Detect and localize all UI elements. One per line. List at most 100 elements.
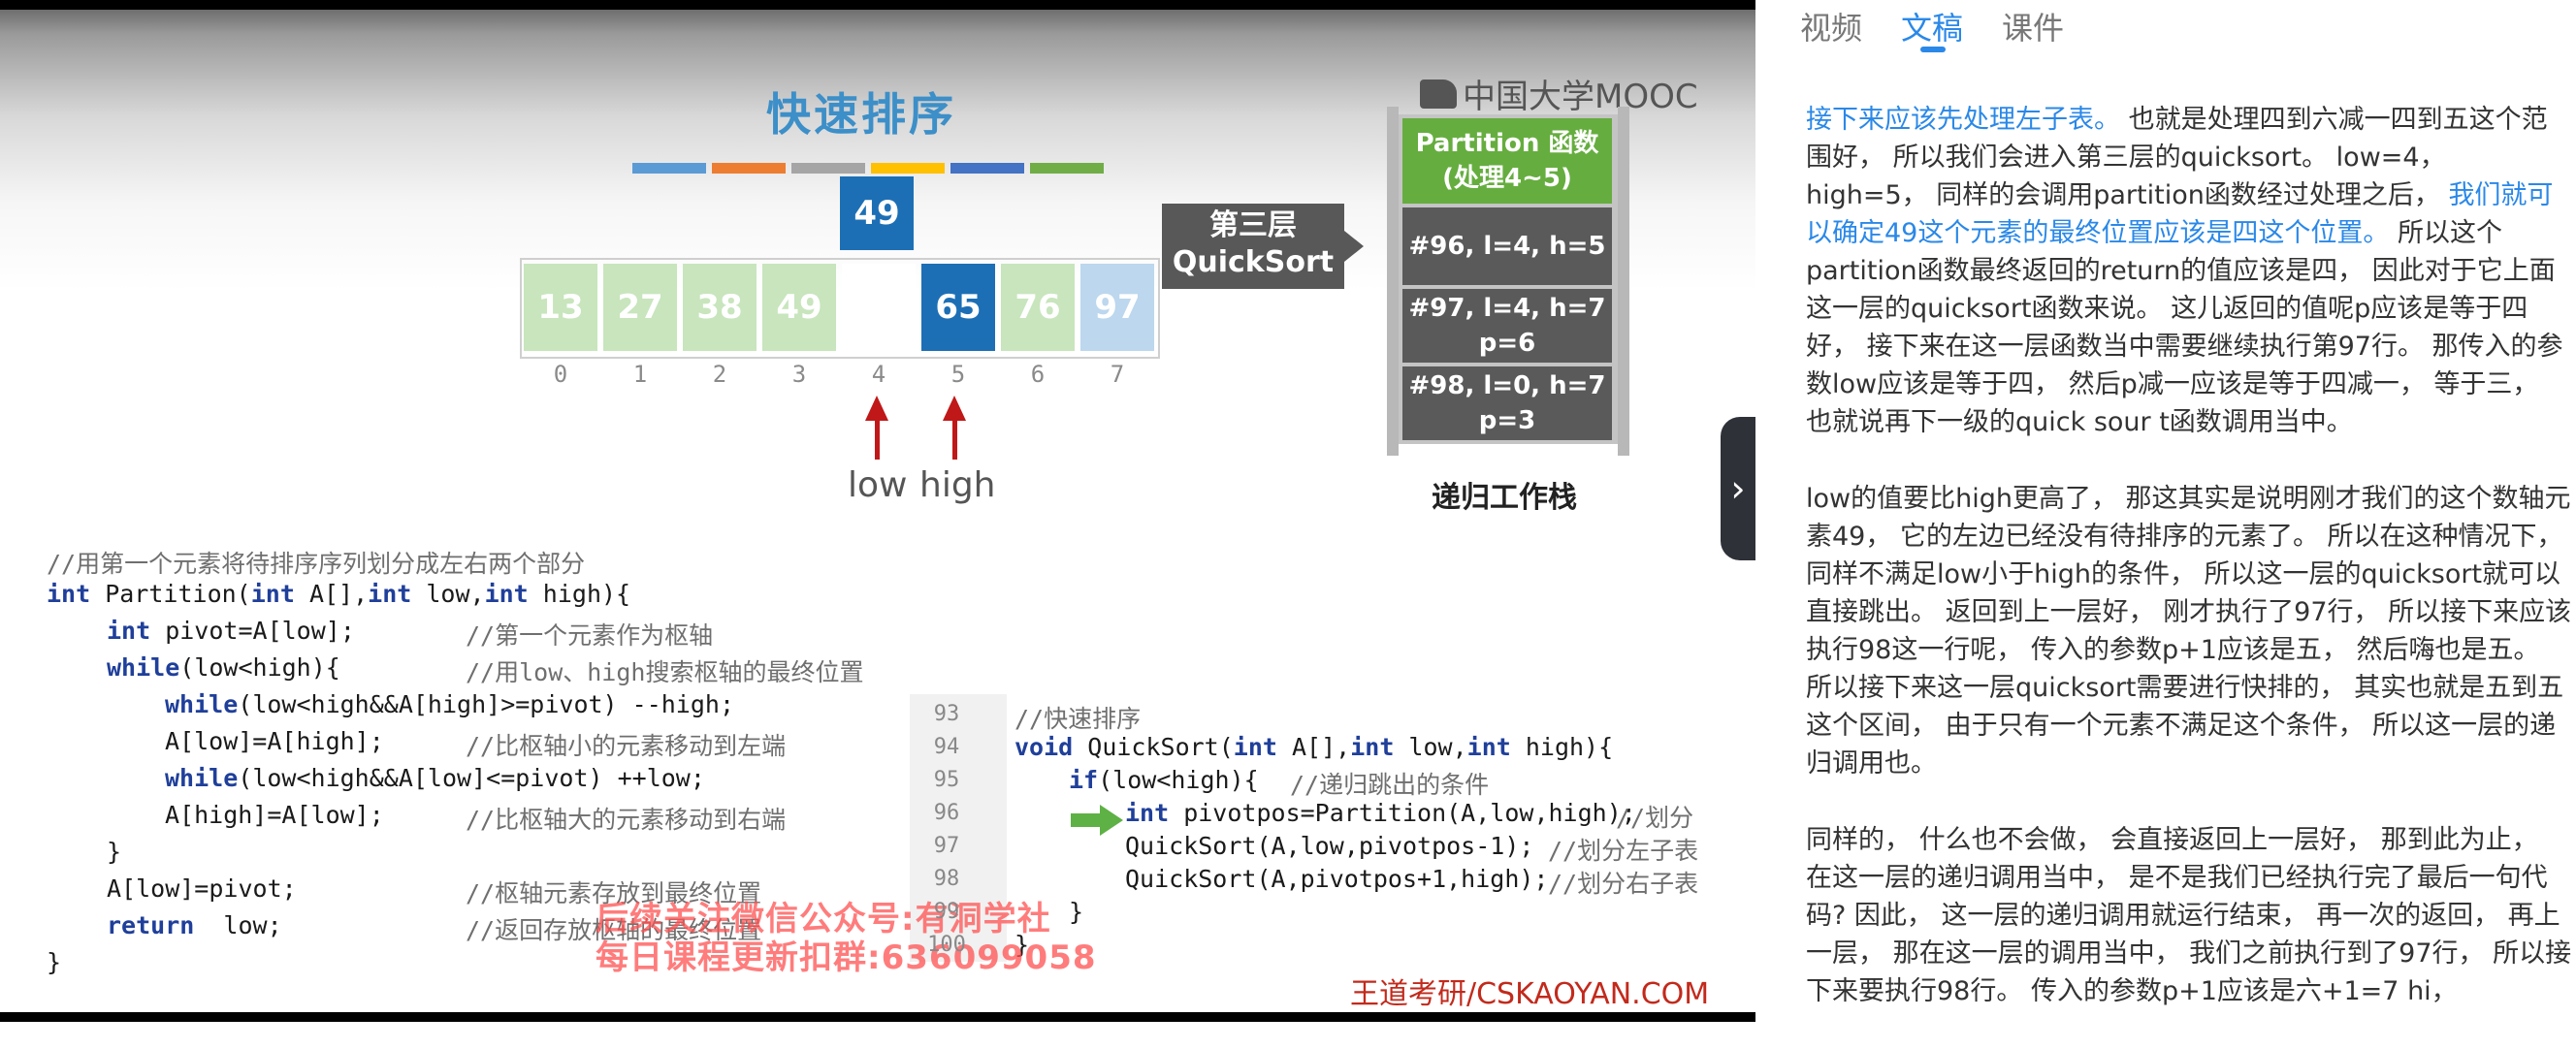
array-index: 0 (553, 361, 568, 388)
quicksort-code-line: int pivotpos=Partition(A,low,high); (1125, 799, 1636, 827)
code-token: (low<high&&A[low]<=pivot) ++low; (238, 764, 705, 792)
color-bar (791, 163, 865, 174)
quicksort-code-comment: //递归跳出的条件 (1290, 771, 1490, 799)
collapse-panel-button[interactable]: › (1721, 417, 1755, 560)
high-pointer-label: high (919, 465, 996, 505)
code-token: low; (194, 911, 282, 939)
stack-frame-97: #97, l=4, h=7 p=6 (1402, 289, 1612, 363)
partition-code-line: A[low]=A[high]; (165, 727, 384, 755)
high-arrow-head (943, 396, 966, 421)
partition-code-line: int Partition(int A[],int low,int high){ (47, 580, 630, 608)
code-keyword: while (165, 764, 239, 792)
code-keyword: while (165, 690, 239, 718)
partition-code-line: } (107, 838, 122, 866)
stack-frame-line: Partition 函数 (1415, 129, 1599, 158)
code-token: pivot=A[low]; (150, 617, 355, 645)
quicksort-code-comment: //划分左子表 (1548, 837, 1699, 865)
array-index: 4 (871, 361, 886, 388)
code-keyword: int (484, 580, 529, 608)
transcript-paragraph[interactable]: 同样的， 什么也不会做， 会直接返回上一层好， 那到此为止， 在这一层的递归调用… (1806, 821, 2572, 1010)
code-keyword: void (1014, 733, 1074, 761)
mooc-logo-text: 中国大学MOOC (1463, 78, 1698, 116)
low-arrow-head (865, 396, 888, 421)
partition-code-line: while(low<high){ (107, 653, 340, 682)
quicksort-code-line: if(low<high){ (1069, 766, 1259, 794)
quicksort-code-line: QuickSort(A,low,pivotpos-1); (1125, 832, 1534, 860)
quicksort-code-line: QuickSort(A,pivotpos+1,high); (1125, 865, 1549, 893)
code-keyword: while (107, 653, 180, 682)
video-player[interactable]: 中国大学MOOC 快速排序 49 low high 第三层 QuickSort … (0, 0, 1755, 1022)
partition-code-comment: //比枢轴大的元素移动到右端 (466, 806, 787, 834)
transcript-paragraph[interactable]: low的值要比high更高了， 那这其实是说明刚才我们的这个数轴元素49， 它的… (1806, 480, 2572, 782)
partition-code-comment: //第一个元素作为枢轴 (466, 621, 714, 650)
stack-frame-partition: Partition 函数 (处理4~5) (1402, 118, 1612, 204)
array-index: 5 (950, 361, 966, 388)
quicksort-code-comment: //快速排序 (1014, 705, 1142, 733)
current-line-arrow-icon (1071, 805, 1123, 836)
line-number: 98 (933, 867, 960, 891)
code-token: (low<high&&A[high]>=pivot) --high; (238, 690, 735, 718)
stack-frame-96: #96, l=4, h=5 (1402, 207, 1612, 285)
code-token: QuickSort( (1073, 733, 1234, 761)
array-cell (842, 264, 916, 351)
line-number: 93 (933, 702, 960, 726)
stack-right-wall (1618, 107, 1629, 456)
code-token: A[], (1276, 733, 1351, 761)
partition-code-line: return low; (107, 911, 282, 939)
partition-code-line: A[low]=pivot; (107, 874, 297, 903)
partition-header-comment: //用第一个元素将待排序序列划分成左右两个部分 (47, 550, 586, 578)
code-token: Partition( (90, 580, 251, 608)
array-cell: 38 (683, 264, 757, 351)
code-keyword: int (368, 580, 412, 608)
stack-left-wall (1387, 107, 1399, 456)
low-pointer-label: low (848, 465, 908, 505)
code-keyword: int (107, 617, 151, 645)
recursion-level-callout: 第三层 QuickSort (1162, 204, 1344, 289)
code-keyword: if (1069, 766, 1099, 794)
array-cell: 49 (762, 264, 836, 351)
array-index: 6 (1030, 361, 1046, 388)
stack-frame-98: #98, l=0, h=7 p=3 (1402, 366, 1612, 440)
callout-line-1: 第三层 (1209, 208, 1297, 242)
code-token: low, (1394, 733, 1467, 761)
line-number: 97 (933, 834, 960, 858)
quicksort-code-line: } (1069, 898, 1084, 926)
tab-video[interactable]: 视频 (1800, 4, 1862, 48)
array-cell: 97 (1080, 264, 1154, 351)
transcript-sentence[interactable]: 所以这个partition函数最终返回的return的值应该是四， 因此对于它上… (1806, 218, 2563, 437)
line-number: 94 (933, 735, 960, 759)
stack-frame-line: p=6 (1478, 329, 1536, 358)
lecture-slide: 中国大学MOOC 快速排序 49 low high 第三层 QuickSort … (0, 10, 1755, 1012)
partition-code-line: A[high]=A[low]; (165, 801, 384, 829)
stack-frame-line: p=3 (1478, 406, 1536, 435)
line-number: 100 (927, 933, 966, 957)
array-cell: 13 (524, 264, 597, 351)
tab-transcript[interactable]: 文稿 (1901, 4, 1963, 48)
color-bar (871, 163, 945, 174)
code-keyword: int (1350, 733, 1395, 761)
stack-caption: 递归工作栈 (1432, 481, 1577, 515)
code-keyword: int (1233, 733, 1277, 761)
mooc-logo: 中国大学MOOC (1420, 70, 1698, 117)
code-token: high){ (1510, 733, 1614, 761)
slide-title: 快速排序 (766, 88, 956, 141)
color-bar (712, 163, 786, 174)
code-token: pivotpos=Partition(A,low,high); (1169, 799, 1636, 827)
partition-code-line: while(low<high&&A[high]>=pivot) --high; (165, 690, 734, 718)
line-number: 96 (933, 801, 960, 825)
pivot-value: 49 (840, 176, 914, 250)
array-cell: 27 (603, 264, 677, 351)
transcript-highlight[interactable]: 接下来应该先处理左子表。 (1806, 105, 2120, 135)
quicksort-code-comment: //划分右子表 (1548, 870, 1699, 898)
stack-frame-line: #98, l=0, h=7 (1408, 371, 1606, 400)
tab-courseware[interactable]: 课件 (2002, 4, 2064, 48)
array-index: 2 (712, 361, 727, 388)
code-token: A[], (294, 580, 369, 608)
array-index: 1 (632, 361, 648, 388)
high-pointer-arrow (952, 417, 957, 460)
quicksort-code-line: void QuickSort(int A[],int low,int high)… (1014, 733, 1613, 761)
low-pointer-arrow (875, 417, 880, 460)
line-number: 95 (933, 768, 960, 792)
transcript-text: 接下来应该先处理左子表。 也就是处理四到六减一四到五这个范围好， 所以我们会进入… (1806, 101, 2572, 1049)
transcript-paragraph: 接下来应该先处理左子表。 也就是处理四到六减一四到五这个范围好， 所以我们会进入… (1806, 101, 2572, 441)
